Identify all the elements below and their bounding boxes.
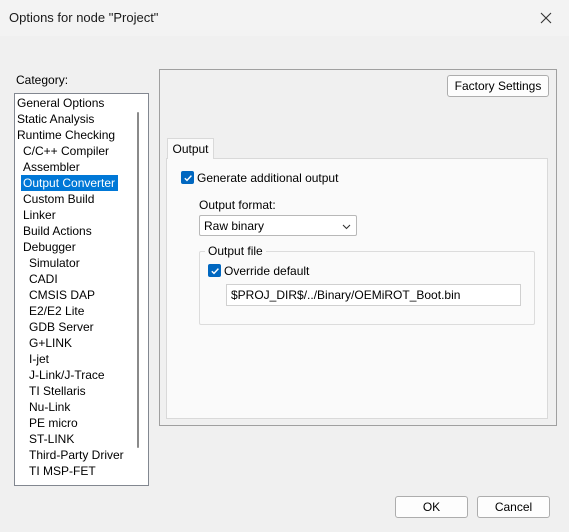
tree-item-cadi[interactable]: CADI [27,271,61,287]
tree-item-third-party-driver[interactable]: Third-Party Driver [27,447,127,463]
chevron-down-icon [342,224,351,230]
tree-item-ti-stellaris[interactable]: TI Stellaris [27,383,89,399]
category-label: Category: [16,73,69,87]
output-format-value: Raw binary [204,219,265,233]
tree-item-ti-msp-fet[interactable]: TI MSP-FET [27,463,99,479]
output-format-select[interactable]: Raw binary [199,215,357,236]
tree-item-custom-build[interactable]: Custom Build [21,191,97,207]
tree-item-assembler[interactable]: Assembler [21,159,83,175]
output-path-input[interactable]: $PROJ_DIR$/../Binary/OEMiROT_Boot.bin [226,284,521,306]
tree-item-debugger[interactable]: Debugger [21,239,79,255]
category-tree[interactable]: TI MSP-FET Third-Party Driver ST-LINK PE mi… [14,93,149,486]
output-format-label: Output format: [199,198,276,212]
tree-item-nu-link[interactable]: Nu-Link [27,399,73,415]
title-bar: Options for node "Project" [0,0,569,36]
tree-item-output-converter[interactable]: Output Converter [21,175,119,191]
tree-item-build-actions[interactable]: Build Actions [21,223,95,239]
close-icon [540,12,552,24]
override-default-checkbox[interactable] [208,264,221,277]
tree-item-general-options[interactable]: General Options [15,95,107,111]
override-default-label[interactable]: Override default [224,264,309,278]
cancel-button[interactable]: Cancel [477,496,550,518]
tree-item-j-link-j-trace[interactable]: J-Link/J-Trace [27,367,108,383]
tree-scrollbar-thumb[interactable] [137,112,139,448]
factory-settings-button[interactable]: Factory Settings [447,75,549,97]
tree-item-st-link[interactable]: ST-LINK [27,431,77,447]
tab-output[interactable]: Output [167,138,214,159]
tree-item-cmsis-dap[interactable]: CMSIS DAP [27,287,98,303]
tree-item-simulator[interactable]: Simulator [27,255,83,271]
output-file-group-title: Output file [205,244,266,258]
tree-item-gdb-server[interactable]: GDB Server [27,319,97,335]
close-button[interactable] [523,0,569,36]
tree-item-g-link[interactable]: G+LINK [27,335,75,351]
tree-item-e2-e2-lite[interactable]: E2/E2 Lite [27,303,87,319]
tree-item-runtime-checking[interactable]: Runtime Checking [15,127,118,143]
tree-item-pe-micro[interactable]: PE micro [27,415,81,431]
generate-output-checkbox[interactable] [181,171,194,184]
generate-output-label[interactable]: Generate additional output [197,171,338,185]
tree-item-static-analysis[interactable]: Static Analysis [15,111,97,127]
tree-item-c-c-compiler[interactable]: C/C++ Compiler [21,143,112,159]
checkmark-icon [183,174,192,181]
checkmark-icon [210,267,219,274]
tree-item-linker[interactable]: Linker [21,207,59,223]
window-title: Options for node "Project" [9,10,159,25]
tree-item-i-jet[interactable]: I-jet [27,351,52,367]
ok-button[interactable]: OK [395,496,468,518]
